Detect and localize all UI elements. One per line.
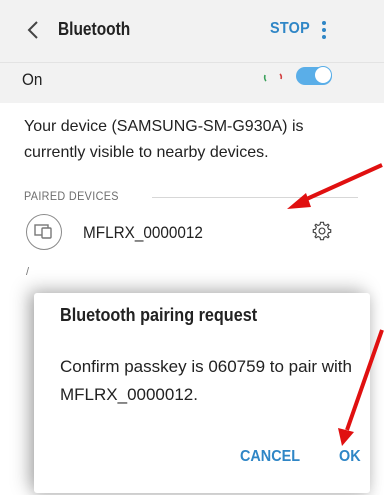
- bluetooth-toggle-label: On: [22, 70, 43, 89]
- toggle-knob: [314, 66, 332, 84]
- paired-devices-header: PAIRED DEVICES: [24, 189, 119, 203]
- visibility-message: Your device (SAMSUNG-SM-G930A) is curren…: [24, 118, 304, 161]
- partial-list-item-glyph: /: [26, 266, 30, 278]
- page-title: Bluetooth: [58, 19, 131, 39]
- bluetooth-toggle-row[interactable]: On: [0, 62, 384, 103]
- divider: [152, 197, 358, 198]
- cancel-button[interactable]: CANCEL: [240, 448, 300, 466]
- paired-device-item[interactable]: MFLRX_0000012: [0, 212, 384, 260]
- more-vertical-icon[interactable]: [318, 19, 330, 41]
- chevron-left-icon[interactable]: [22, 18, 46, 42]
- app-bar: Bluetooth STOP: [0, 0, 384, 62]
- gear-icon[interactable]: [311, 220, 333, 242]
- pairing-dialog: Bluetooth pairing request Confirm passke…: [34, 293, 370, 493]
- devices-icon: [26, 214, 62, 250]
- dialog-message: Confirm passkey is 060759 to pair with M…: [60, 357, 352, 404]
- ok-button[interactable]: OK: [339, 448, 361, 466]
- scanning-spinner-icon: [263, 73, 283, 82]
- dialog-title: Bluetooth pairing request: [60, 305, 258, 325]
- red-arrow-to-device: [287, 163, 383, 209]
- stop-button[interactable]: STOP: [270, 20, 310, 38]
- device-name: MFLRX_0000012: [83, 223, 203, 242]
- bluetooth-toggle-switch[interactable]: [296, 66, 332, 85]
